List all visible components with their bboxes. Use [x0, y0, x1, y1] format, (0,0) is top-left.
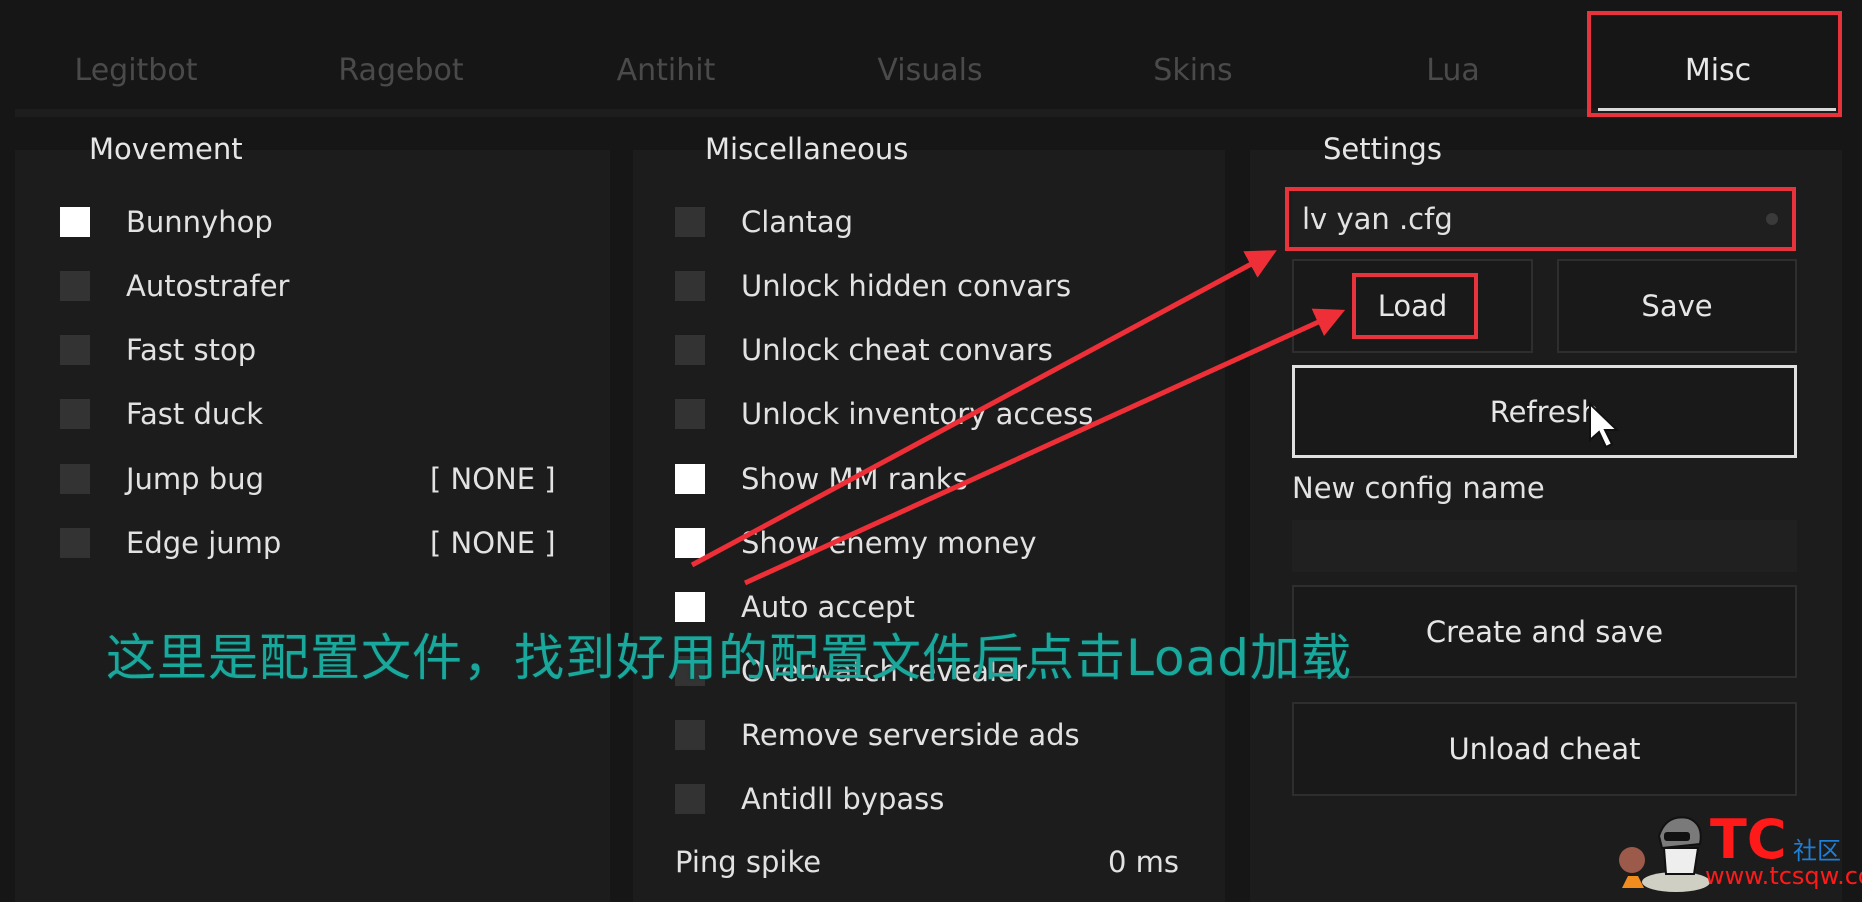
- new-config-name-label: New config name: [1292, 471, 1545, 505]
- clantag-label: Clantag: [741, 205, 854, 239]
- mascot-icon: [1619, 816, 1710, 892]
- bunnyhop-checkbox[interactable]: [60, 207, 90, 237]
- movement-row-autostrafer[interactable]: Autostrafer: [60, 266, 289, 306]
- movement-row-fast-duck[interactable]: Fast duck: [60, 394, 263, 434]
- auto-accept-label: Auto accept: [741, 590, 915, 624]
- antidll-bypass-label: Antidll bypass: [741, 782, 945, 816]
- fast-duck-checkbox[interactable]: [60, 399, 90, 429]
- show-mm-ranks-checkbox[interactable]: [675, 464, 705, 494]
- new-config-name-input[interactable]: [1292, 520, 1797, 572]
- jump-bug-checkbox[interactable]: [60, 464, 90, 494]
- autostrafer-label: Autostrafer: [126, 269, 290, 303]
- config-select[interactable]: lv yan .cfg: [1292, 191, 1792, 247]
- save-button[interactable]: Save: [1557, 259, 1797, 353]
- fast-stop-label: Fast stop: [126, 333, 257, 367]
- edge-jump-checkbox[interactable]: [60, 528, 90, 558]
- unlock-hidden-convars-label: Unlock hidden convars: [741, 269, 1072, 303]
- jump-bug-keybind[interactable]: [ NONE ]: [430, 459, 556, 499]
- watermark-community: 社区: [1793, 837, 1841, 865]
- tab-separator: [15, 109, 1842, 117]
- show-mm-ranks-label: Show MM ranks: [741, 462, 968, 496]
- movement-row-jump-bug[interactable]: Jump bug: [60, 459, 264, 499]
- unlock-cheat-convars-label: Unlock cheat convars: [741, 333, 1053, 367]
- misc-row-unlock-inventory-access[interactable]: Unlock inventory access: [675, 394, 1093, 434]
- create-and-save-button[interactable]: Create and save: [1292, 585, 1797, 678]
- misc-row-auto-accept[interactable]: Auto accept: [675, 587, 915, 627]
- movement-row-edge-jump[interactable]: Edge jump: [60, 523, 281, 563]
- misc-row-clantag[interactable]: Clantag: [675, 202, 853, 242]
- show-enemy-money-checkbox[interactable]: [675, 528, 705, 558]
- fast-duck-label: Fast duck: [126, 397, 264, 431]
- misc-row-remove-serverside-ads[interactable]: Remove serverside ads: [675, 715, 1080, 755]
- edge-jump-label: Edge jump: [126, 526, 282, 560]
- load-button[interactable]: Load: [1292, 259, 1533, 353]
- active-tab-indicator: [1598, 108, 1836, 111]
- movement-row-fast-stop[interactable]: Fast stop: [60, 330, 256, 370]
- antidll-bypass-checkbox[interactable]: [675, 784, 705, 814]
- misc-row-show-mm-ranks[interactable]: Show MM ranks: [675, 459, 968, 499]
- misc-row-antidll-bypass[interactable]: Antidll bypass: [675, 779, 944, 819]
- unlock-cheat-convars-checkbox[interactable]: [675, 335, 705, 365]
- auto-accept-checkbox[interactable]: [675, 592, 705, 622]
- bunnyhop-label: Bunnyhop: [126, 205, 273, 239]
- config-select-value: lv yan .cfg: [1302, 202, 1453, 236]
- tutorial-caption: 这里是配置文件，找到好用的配置文件后点击Load加载: [106, 629, 1352, 687]
- ping-spike-value[interactable]: 0 ms: [1108, 842, 1179, 882]
- tab-legitbot[interactable]: Legitbot: [16, 40, 256, 102]
- config-indicator-dot-icon: [1766, 213, 1778, 225]
- fast-stop-checkbox[interactable]: [60, 335, 90, 365]
- unlock-inventory-access-checkbox[interactable]: [675, 399, 705, 429]
- unload-cheat-button[interactable]: Unload cheat: [1292, 702, 1797, 796]
- tab-ragebot[interactable]: Ragebot: [281, 40, 521, 102]
- movement-title: Movement: [89, 132, 243, 166]
- settings-title: Settings: [1323, 132, 1442, 166]
- misc-row-show-enemy-money[interactable]: Show enemy money: [675, 523, 1037, 563]
- ping-spike-label: Ping spike: [675, 845, 822, 879]
- remove-serverside-ads-label: Remove serverside ads: [741, 718, 1080, 752]
- autostrafer-checkbox[interactable]: [60, 271, 90, 301]
- show-enemy-money-label: Show enemy money: [741, 526, 1037, 560]
- misc-row-unlock-hidden-convars[interactable]: Unlock hidden convars: [675, 266, 1071, 306]
- edge-jump-keybind[interactable]: [ NONE ]: [430, 523, 556, 563]
- tab-lua[interactable]: Lua: [1333, 40, 1573, 102]
- tab-visuals[interactable]: Visuals: [810, 40, 1050, 102]
- unlock-inventory-access-label: Unlock inventory access: [741, 397, 1094, 431]
- tab-misc[interactable]: Misc: [1598, 40, 1838, 102]
- misc-row-unlock-cheat-convars[interactable]: Unlock cheat convars: [675, 330, 1053, 370]
- movement-row-bunnyhop[interactable]: Bunnyhop: [60, 202, 273, 242]
- remove-serverside-ads-checkbox[interactable]: [675, 720, 705, 750]
- clantag-checkbox[interactable]: [675, 207, 705, 237]
- miscellaneous-title: Miscellaneous: [705, 132, 909, 166]
- mouse-cursor-icon: [1589, 402, 1620, 449]
- refresh-button[interactable]: Refresh: [1292, 365, 1797, 458]
- tab-skins[interactable]: Skins: [1073, 40, 1313, 102]
- watermark-url: www.tcsqw.com: [1705, 862, 1862, 890]
- ping-spike-row[interactable]: Ping spike: [675, 842, 821, 882]
- tab-antihit[interactable]: Antihit: [546, 40, 786, 102]
- jump-bug-label: Jump bug: [126, 462, 265, 496]
- unlock-hidden-convars-checkbox[interactable]: [675, 271, 705, 301]
